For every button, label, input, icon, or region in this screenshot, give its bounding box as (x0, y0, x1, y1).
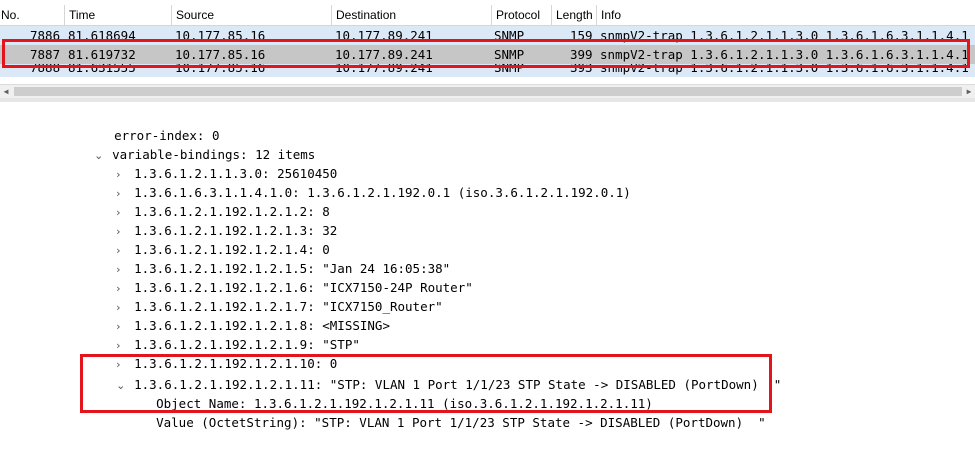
tree-item-binding[interactable]: › 1.3.6.1.2.1.192.1.2.1.9: "STP" (86, 316, 360, 352)
tree-item-binding[interactable]: › 1.3.6.1.2.1.192.1.2.1.2: 8 (86, 183, 330, 219)
tree-item-binding[interactable]: › 1.3.6.1.2.1.192.1.2.1.6: "ICX7150-24P R… (86, 259, 473, 295)
column-header-info[interactable]: Info (596, 5, 975, 25)
tree-item-error-index[interactable]: error-index: 0 (84, 107, 219, 143)
tree-item-binding[interactable]: › 1.3.6.1.6.3.1.1.4.1.0: 1.3.6.1.2.1.192.… (86, 164, 631, 200)
arrow-right-icon[interactable]: ▶ (963, 85, 975, 98)
tree-item-binding[interactable]: › 1.3.6.1.2.1.192.1.2.1.5: "Jan 24 16:05:… (86, 240, 450, 276)
expanded-binding-highlight (80, 354, 772, 413)
selected-packet-highlight (2, 39, 970, 68)
pane-splitter[interactable] (0, 98, 975, 102)
tree-item-binding[interactable]: › 1.3.6.1.2.1.192.1.2.1.3: 32 (86, 202, 337, 238)
column-header-time[interactable]: Time (64, 5, 171, 25)
column-header-source[interactable]: Source (171, 5, 331, 25)
tree-item-label: Value (OctetString): "STP: VLAN 1 Port 1… (156, 415, 766, 430)
tree-item-binding[interactable]: › 1.3.6.1.2.1.192.1.2.1.8: <MISSING> (86, 297, 390, 333)
tree-item-variable-bindings[interactable]: ⌄ variable-bindings: 12 items (64, 126, 315, 162)
tree-item-binding[interactable]: › 1.3.6.1.2.1.192.1.2.1.10: 0 (86, 335, 337, 371)
tree-item-binding[interactable]: › 1.3.6.1.2.1.192.1.2.1.7: "ICX7150_Route… (86, 278, 443, 314)
column-header-destination[interactable]: Destination (331, 5, 491, 25)
tree-item-binding[interactable]: › 1.3.6.1.2.1.192.1.2.1.4: 0 (86, 221, 330, 257)
scrollbar-thumb[interactable] (14, 87, 962, 96)
column-header-no[interactable]: No. (0, 5, 64, 25)
packet-list-hscrollbar[interactable]: ◀ ▶ (0, 84, 975, 98)
column-header-length[interactable]: Length (551, 5, 596, 25)
arrow-left-icon[interactable]: ◀ (0, 85, 12, 98)
column-header-protocol[interactable]: Protocol (491, 5, 551, 25)
tree-item-binding[interactable]: › 1.3.6.1.2.1.1.3.0: 25610450 (86, 145, 337, 181)
packet-list-header: No. Time Source Destination Protocol Len… (0, 5, 975, 26)
